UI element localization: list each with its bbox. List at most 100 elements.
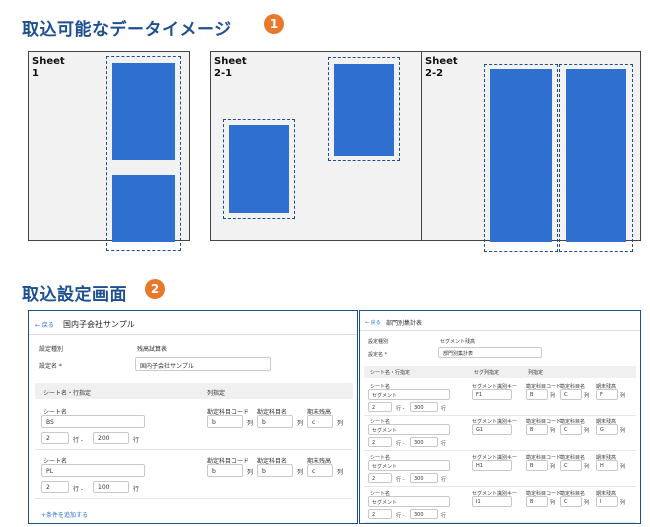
- divider: [364, 486, 636, 487]
- account-name-col-input[interactable]: C: [560, 460, 582, 471]
- divider: [29, 334, 357, 335]
- row-from-input[interactable]: 2: [368, 437, 392, 447]
- row-separator: 行 -: [73, 486, 84, 493]
- sheet-header: シート名・行指定: [370, 370, 411, 376]
- segment-key-input[interactable]: F1: [472, 389, 512, 400]
- add-condition-link[interactable]: +条件を追加する: [41, 510, 88, 519]
- col-unit: 列: [247, 469, 254, 476]
- sheet-name-input[interactable]: セグメント: [368, 424, 450, 435]
- setting-type-label: 設定種別: [39, 346, 64, 353]
- setting-name-input[interactable]: 部門別集計表: [438, 347, 542, 358]
- row-separator: 行 -: [396, 406, 405, 412]
- row-from-input[interactable]: 2: [41, 432, 69, 444]
- row-to-input[interactable]: 200: [93, 432, 129, 444]
- segment-header: セグ列指定: [474, 370, 500, 376]
- sheet-name-input[interactable]: セグメント: [368, 496, 450, 507]
- col-unit: 列: [620, 393, 626, 399]
- account-code-col-input[interactable]: b: [207, 464, 243, 477]
- segment-key-input[interactable]: G1: [472, 424, 512, 435]
- closing-balance-col-input[interactable]: I: [596, 496, 618, 507]
- selection-range: [484, 64, 558, 252]
- condition-row: シート名 セグメント 2 行 - 300 行 セグメント識別キー H1 勘定科目…: [360, 452, 640, 486]
- account-name-col-input[interactable]: C: [560, 496, 582, 507]
- closing-balance-col-input[interactable]: c: [307, 464, 333, 477]
- row-from-input[interactable]: 2: [368, 509, 392, 519]
- section-header: シート名・行指定 列指定: [35, 383, 353, 399]
- row-from-input[interactable]: 2: [368, 473, 392, 483]
- row-unit: 行: [441, 477, 447, 483]
- column-header: 列指定: [528, 370, 544, 376]
- divider: [35, 449, 353, 450]
- segment-key-input[interactable]: I1: [472, 496, 512, 507]
- closing-balance-col-input[interactable]: F: [596, 389, 618, 400]
- setting-name-label: 設定名 *: [368, 352, 388, 358]
- row-to-input[interactable]: 300: [410, 473, 438, 483]
- account-name-col-input[interactable]: C: [560, 424, 582, 435]
- sheet-name-input[interactable]: セグメント: [368, 389, 450, 400]
- col-unit: 列: [550, 393, 556, 399]
- sheet-1-label: Sheet 1: [32, 56, 65, 79]
- selection-range: [328, 57, 400, 161]
- divider: [364, 522, 636, 523]
- selection-range: [223, 119, 295, 219]
- col-unit: 列: [620, 428, 626, 434]
- account-name-col-input[interactable]: C: [560, 389, 582, 400]
- col-unit: 列: [584, 428, 590, 434]
- column-header: 列指定: [207, 390, 226, 397]
- col-unit: 列: [584, 393, 590, 399]
- setting-type-value: セグメント残高: [440, 339, 476, 345]
- col-unit: 列: [620, 464, 626, 470]
- closing-balance-col-input[interactable]: G: [596, 424, 618, 435]
- divider: [360, 330, 640, 331]
- sheet-name-input[interactable]: セグメント: [368, 460, 450, 471]
- condition-row: シート名 PL 2 行 - 100 行 勘定科目コード b 列 勘定科目名 b …: [29, 452, 357, 498]
- row-unit: 行: [441, 406, 447, 412]
- col-unit: 列: [550, 428, 556, 434]
- col-unit: 列: [550, 464, 556, 470]
- col-unit: 列: [297, 469, 304, 476]
- col-unit: 列: [297, 420, 304, 427]
- setting-name-input[interactable]: 国内子会社サンプル: [135, 357, 271, 371]
- settings-panel-segment: ← 戻る 部門別集計表 設定種別 セグメント残高 設定名 * 部門別集計表 シー…: [359, 310, 641, 524]
- closing-balance-col-input[interactable]: H: [596, 460, 618, 471]
- section-header: シート名・行指定 セグ列指定 列指定: [364, 366, 636, 378]
- account-name-col-input[interactable]: b: [257, 415, 293, 428]
- condition-row: シート名 セグメント 2 行 - 300 行 セグメント識別キー I1 勘定科目…: [360, 488, 640, 522]
- section-badge-2: 2: [145, 279, 165, 299]
- col-unit: 列: [550, 500, 556, 506]
- row-to-input[interactable]: 300: [410, 509, 438, 519]
- row-separator: 行 -: [396, 513, 405, 519]
- row-from-input[interactable]: 2: [368, 402, 392, 412]
- account-code-col-input[interactable]: B: [526, 460, 548, 471]
- row-separator: 行 -: [396, 477, 405, 483]
- segment-key-input[interactable]: H1: [472, 460, 512, 471]
- panel-title: 国内子会社サンプル: [63, 320, 135, 329]
- sheet-name-input[interactable]: BS: [41, 415, 145, 428]
- row-to-input[interactable]: 300: [410, 402, 438, 412]
- condition-row: シート名 セグメント 2 行 - 300 行 セグメント識別キー G1 勘定科目…: [360, 416, 640, 450]
- closing-balance-col-input[interactable]: c: [307, 415, 333, 428]
- back-link[interactable]: ← 戻る: [365, 319, 381, 326]
- col-unit: 列: [337, 469, 344, 476]
- row-unit: 行: [133, 486, 140, 493]
- sheet-name-input[interactable]: PL: [41, 464, 145, 477]
- section-title-import-settings: 取込設定画面: [22, 285, 127, 305]
- row-unit: 行: [441, 513, 447, 519]
- row-to-input[interactable]: 300: [410, 437, 438, 447]
- row-unit: 行: [133, 437, 140, 444]
- account-code-col-input[interactable]: B: [526, 424, 548, 435]
- selection-range: [559, 64, 633, 252]
- row-from-input[interactable]: 2: [41, 481, 69, 493]
- account-code-col-input[interactable]: B: [526, 496, 548, 507]
- col-unit: 列: [584, 500, 590, 506]
- sheet-header: シート名・行指定: [43, 390, 92, 397]
- row-separator: 行 -: [73, 437, 84, 444]
- account-code-col-input[interactable]: b: [207, 415, 243, 428]
- settings-panel-domestic: ← 戻る 国内子会社サンプル 設定種別 残高試算表 設定名 * 国内子会社サンプ…: [28, 310, 358, 524]
- row-to-input[interactable]: 100: [93, 481, 129, 493]
- account-code-col-input[interactable]: B: [526, 389, 548, 400]
- account-name-col-input[interactable]: b: [257, 464, 293, 477]
- back-link[interactable]: ← 戻る: [35, 320, 54, 329]
- setting-type-value: 残高試算表: [137, 346, 168, 353]
- condition-row: シート名 セグメント 2 行 - 300 行 セグメント識別キー F1 勘定科目…: [360, 381, 640, 415]
